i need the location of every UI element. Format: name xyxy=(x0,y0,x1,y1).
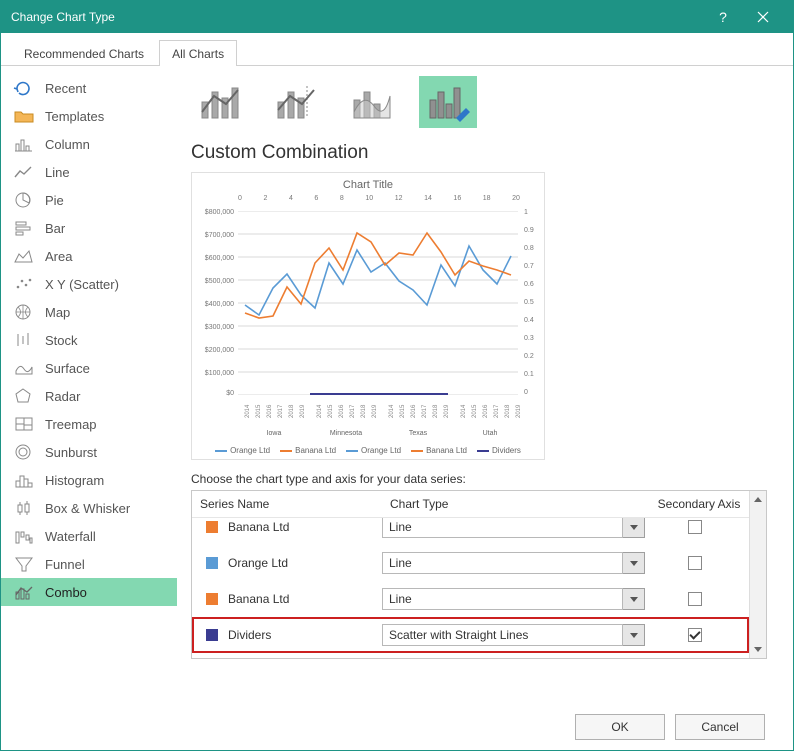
pie-chart-icon xyxy=(13,191,35,209)
chevron-down-icon[interactable] xyxy=(623,588,645,610)
series-name: Orange Ltd xyxy=(228,556,382,570)
secondary-axis-checkbox[interactable] xyxy=(688,628,702,642)
title-bar: Change Chart Type ? xyxy=(1,1,793,33)
sidebar-item-area[interactable]: Area xyxy=(1,242,177,270)
sidebar-item-scatter[interactable]: X Y (Scatter) xyxy=(1,270,177,298)
sidebar-item-histogram[interactable]: Histogram xyxy=(1,466,177,494)
tab-row: Recommended Charts All Charts xyxy=(1,33,793,66)
surface-chart-icon xyxy=(13,359,35,377)
change-chart-type-dialog: Change Chart Type ? Recommended Charts A… xyxy=(0,0,794,751)
series-row: Orange Ltd Line xyxy=(192,545,749,581)
chart-type-dropdown[interactable]: Line xyxy=(382,588,645,610)
bar-chart-icon xyxy=(13,219,35,237)
recent-icon xyxy=(13,79,35,97)
series-color-swatch xyxy=(206,593,218,605)
secondary-axis-checkbox[interactable] xyxy=(688,592,702,606)
box-whisker-chart-icon xyxy=(13,499,35,517)
subtype-heading: Custom Combination xyxy=(181,142,777,172)
sidebar-item-map[interactable]: Map xyxy=(1,298,177,326)
secondary-axis-checkbox[interactable] xyxy=(688,556,702,570)
sidebar-item-column[interactable]: Column xyxy=(1,130,177,158)
radar-chart-icon xyxy=(13,387,35,405)
ok-button[interactable]: OK xyxy=(575,714,665,740)
sunburst-chart-icon xyxy=(13,443,35,461)
scroll-up-icon[interactable] xyxy=(750,491,766,508)
funnel-chart-icon xyxy=(13,555,35,573)
area-chart-icon xyxy=(13,247,35,265)
folder-icon xyxy=(13,107,35,125)
column-chart-icon xyxy=(13,135,35,153)
series-name: Banana Ltd xyxy=(228,592,382,606)
sidebar-item-bar[interactable]: Bar xyxy=(1,214,177,242)
chart-type-dropdown[interactable]: Scatter with Straight Lines xyxy=(382,624,645,646)
line-chart-icon xyxy=(13,163,35,181)
close-icon[interactable] xyxy=(743,1,783,33)
series-color-swatch xyxy=(206,629,218,641)
series-row: Banana Ltd Line xyxy=(192,518,749,545)
chevron-down-icon[interactable] xyxy=(623,624,645,646)
scroll-down-icon[interactable] xyxy=(750,641,766,658)
sidebar-item-templates[interactable]: Templates xyxy=(1,102,177,130)
chart-title: Chart Title xyxy=(192,179,544,191)
series-color-swatch xyxy=(206,521,218,533)
sidebar-item-line[interactable]: Line xyxy=(1,158,177,186)
sidebar-item-waterfall[interactable]: Waterfall xyxy=(1,522,177,550)
help-icon[interactable]: ? xyxy=(703,1,743,33)
sidebar-item-radar[interactable]: Radar xyxy=(1,382,177,410)
series-color-swatch xyxy=(206,557,218,569)
combo-subtype-gallery xyxy=(181,76,777,142)
combo-subtype-custom[interactable] xyxy=(419,76,477,128)
cancel-button[interactable]: Cancel xyxy=(675,714,765,740)
map-chart-icon xyxy=(13,303,35,321)
series-row: Banana Ltd Line xyxy=(192,581,749,617)
series-grid: Series Name Chart Type Secondary Axis Ba… xyxy=(191,490,767,659)
chevron-down-icon[interactable] xyxy=(623,552,645,574)
chart-preview[interactable]: Chart Title $800,000 $700,000 $600,000 $… xyxy=(191,172,545,460)
chart-type-dropdown[interactable]: Line xyxy=(382,552,645,574)
histogram-chart-icon xyxy=(13,471,35,489)
tab-all-charts[interactable]: All Charts xyxy=(159,40,237,66)
secondary-axis-checkbox[interactable] xyxy=(688,520,702,534)
tab-recommended[interactable]: Recommended Charts xyxy=(11,40,157,66)
scatter-chart-icon xyxy=(13,275,35,293)
combo-subtype-3[interactable] xyxy=(343,76,401,128)
stock-chart-icon xyxy=(13,331,35,349)
chart-category-sidebar: Recent Templates Column Line Pie Bar Are… xyxy=(1,66,177,750)
combo-subtype-1[interactable] xyxy=(191,76,249,128)
sidebar-item-sunburst[interactable]: Sunburst xyxy=(1,438,177,466)
grid-scrollbar[interactable] xyxy=(749,491,766,658)
sidebar-item-combo[interactable]: Combo xyxy=(1,578,177,606)
combo-chart-icon xyxy=(13,583,35,601)
combo-subtype-2[interactable] xyxy=(267,76,325,128)
dialog-footer: OK Cancel xyxy=(181,704,777,740)
waterfall-chart-icon xyxy=(13,527,35,545)
series-name: Dividers xyxy=(228,628,382,642)
series-row-dividers: Dividers Scatter with Straight Lines xyxy=(192,617,749,653)
chart-type-dropdown[interactable]: Line xyxy=(382,518,645,538)
sidebar-item-recent[interactable]: Recent xyxy=(1,74,177,102)
sidebar-item-box-whisker[interactable]: Box & Whisker xyxy=(1,494,177,522)
sidebar-item-treemap[interactable]: Treemap xyxy=(1,410,177,438)
sidebar-item-funnel[interactable]: Funnel xyxy=(1,550,177,578)
sidebar-item-surface[interactable]: Surface xyxy=(1,354,177,382)
series-name: Banana Ltd xyxy=(228,520,382,534)
series-grid-instruction: Choose the chart type and axis for your … xyxy=(181,472,777,490)
sidebar-item-pie[interactable]: Pie xyxy=(1,186,177,214)
series-grid-header: Series Name Chart Type Secondary Axis xyxy=(192,491,749,518)
window-title: Change Chart Type xyxy=(11,10,115,24)
chevron-down-icon[interactable] xyxy=(623,518,645,538)
sidebar-item-stock[interactable]: Stock xyxy=(1,326,177,354)
treemap-chart-icon xyxy=(13,415,35,433)
chart-legend: Orange Ltd Banana Ltd Orange Ltd Banana … xyxy=(192,446,544,455)
